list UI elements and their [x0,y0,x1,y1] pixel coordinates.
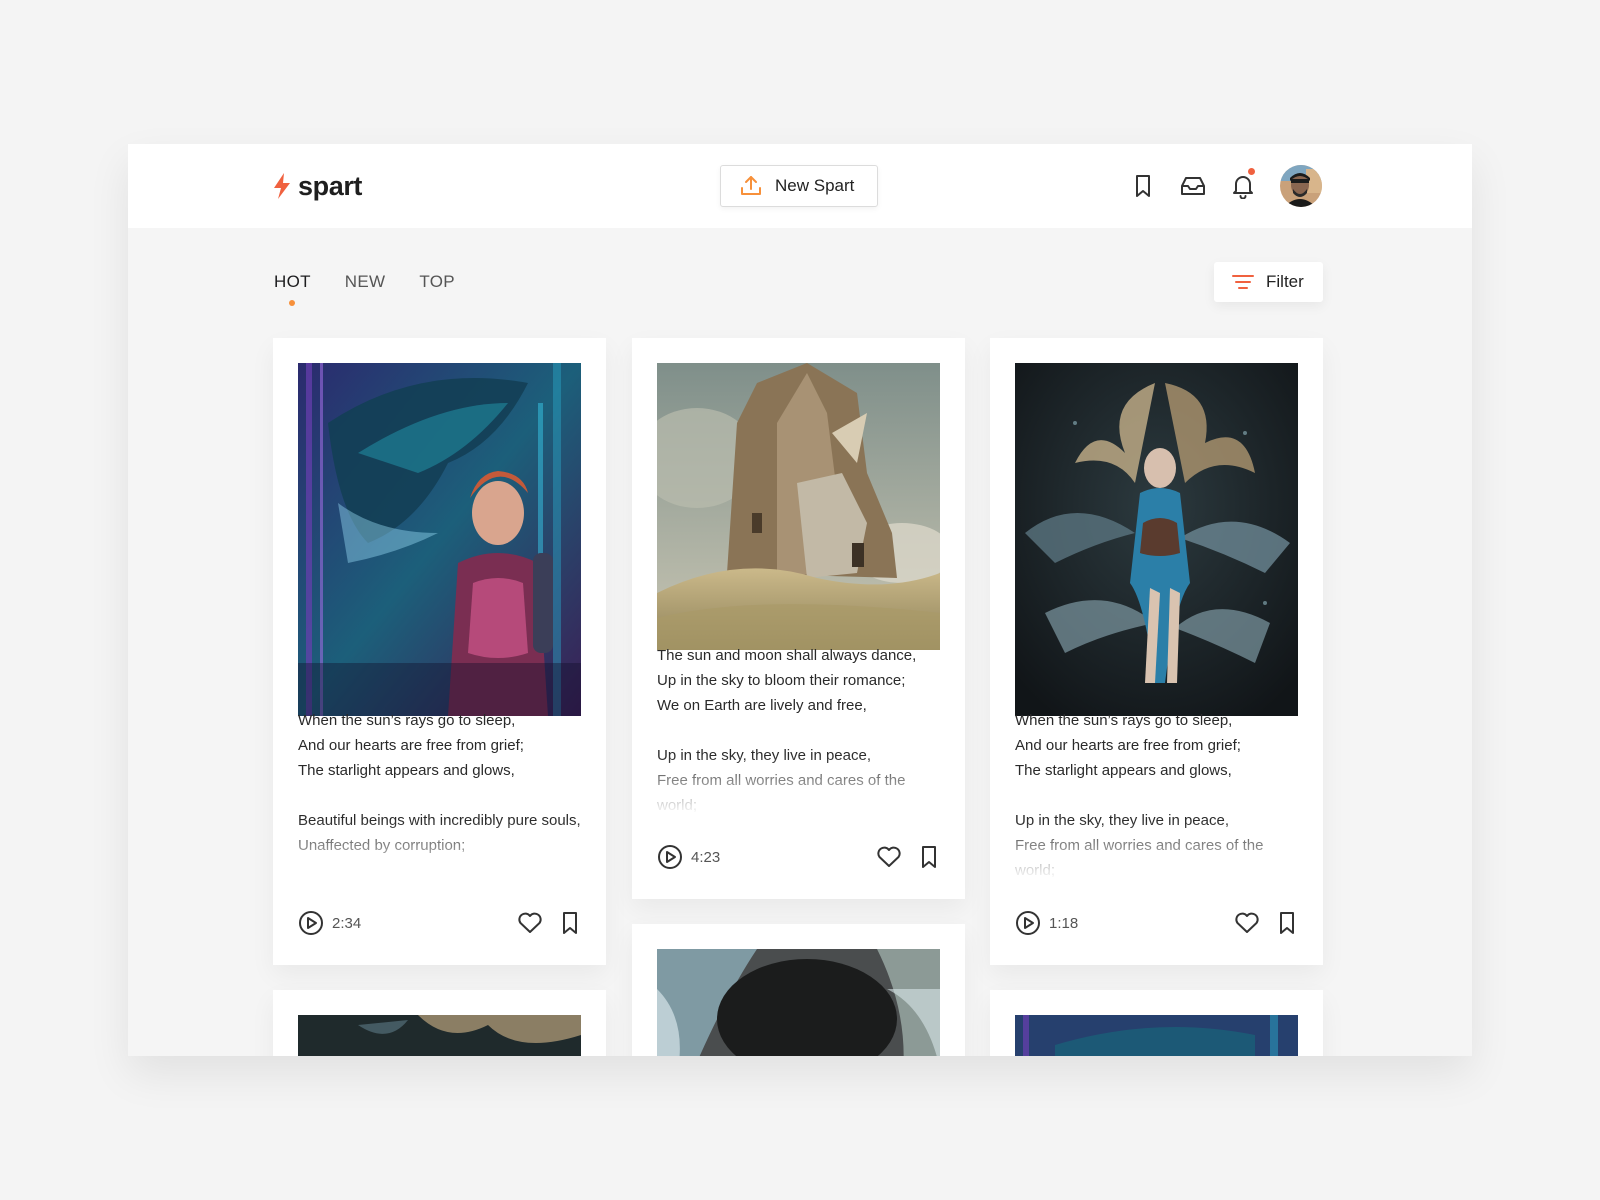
post-footer: 4:23 [657,843,940,871]
save-button[interactable] [1276,911,1298,935]
post-text: The sun and moon shall always dance, Up … [657,643,940,815]
post-image[interactable] [1015,1015,1298,1056]
play-icon [299,911,323,935]
tab-top-label: TOP [419,272,455,291]
play-icon [1016,911,1040,935]
post-footer: 1:18 [1015,909,1298,937]
new-spart-button[interactable]: New Spart [720,165,878,207]
post-image[interactable] [657,949,940,1056]
tab-new-label: NEW [344,272,386,291]
save-button[interactable] [559,911,581,935]
text-fade [298,820,581,880]
like-button[interactable] [876,845,902,869]
play-button[interactable]: 4:23 [657,844,720,870]
new-spart-label: New Spart [775,176,855,195]
bell-icon [1233,176,1253,199]
upload-icon [741,176,761,195]
text-fade [1015,820,1298,880]
duration: 1:18 [1049,914,1079,932]
post-image[interactable] [298,363,581,716]
inbox-button[interactable] [1179,172,1207,200]
like-button[interactable] [517,911,543,935]
play-icon [658,845,682,869]
post-footer: 2:34 [298,909,581,937]
app-window: spart New Spart HOT NEW TOP Filter When … [128,144,1472,1056]
bookmark-icon [563,912,577,934]
lightning-icon [274,173,290,199]
bookmark-icon [1280,912,1294,934]
heart-icon [518,912,542,933]
post-card: When the sun’s rays go to sleep, And our… [990,338,1323,965]
feed-tabs: HOT NEW TOP [274,272,455,306]
tab-hot[interactable]: HOT [274,272,311,306]
post-image[interactable] [657,363,940,650]
tab-top[interactable]: TOP [419,272,455,292]
heart-icon [1235,912,1259,933]
heart-icon [877,846,901,867]
bookmark-icon [1136,175,1150,197]
post-text: When the sun’s rays go to sleep, And our… [1015,708,1298,880]
post-image[interactable] [298,1015,581,1056]
filter-label: Filter [1266,272,1304,291]
duration: 2:34 [332,914,362,932]
post-card [273,990,606,1056]
like-button[interactable] [1234,911,1260,935]
logo-text: spart [298,170,363,201]
tab-new[interactable]: NEW [345,272,386,292]
top-bar: spart New Spart [128,144,1472,228]
post-image[interactable] [1015,363,1298,716]
play-button[interactable]: 1:18 [1015,910,1078,936]
post-text: When the sun’s rays go to sleep, And our… [298,708,581,880]
post-card: The sun and moon shall always dance, Up … [632,338,965,899]
post-card [990,990,1323,1056]
save-button[interactable] [918,845,940,869]
avatar-image [1280,165,1322,207]
logo[interactable]: spart [272,166,362,206]
inbox-icon [1181,177,1205,195]
text-fade [657,755,940,815]
avatar[interactable] [1280,165,1322,207]
play-button[interactable]: 2:34 [298,910,361,936]
tab-hot-label: HOT [274,272,311,291]
active-tab-indicator [289,300,296,306]
notification-dot [1248,168,1255,175]
bookmark-icon [922,846,936,868]
filter-button[interactable]: Filter [1214,262,1323,302]
bookmarks-button[interactable] [1129,172,1157,200]
notifications-button[interactable] [1229,168,1257,200]
duration: 4:23 [691,848,721,866]
post-card [632,924,965,1056]
post-card: When the sun’s rays go to sleep, And our… [273,338,606,965]
filter-icon [1232,275,1254,289]
